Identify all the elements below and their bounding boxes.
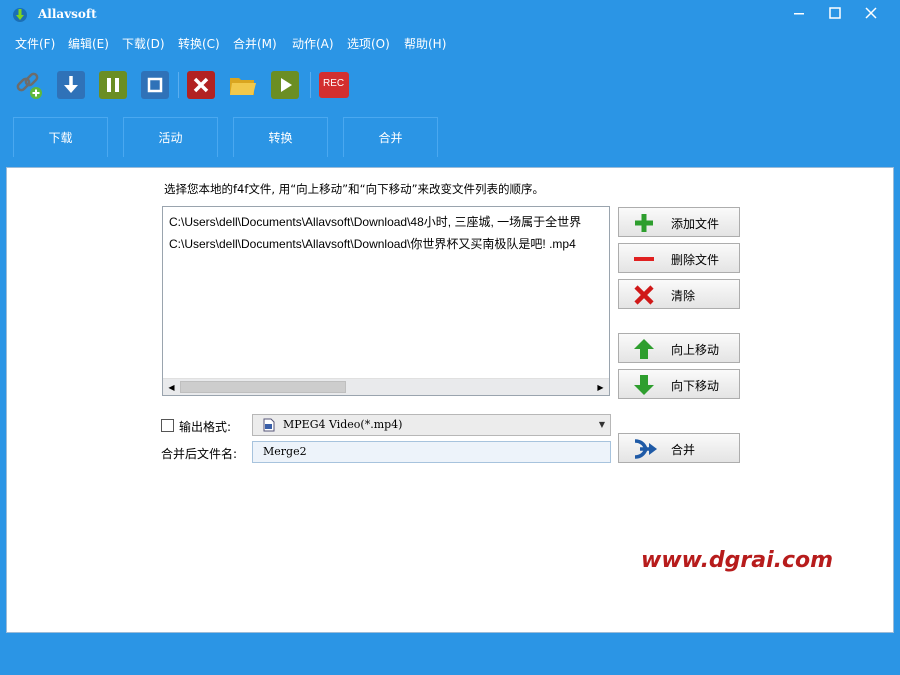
minimize-icon	[794, 13, 804, 15]
toolbar-separator	[178, 72, 179, 98]
add-file-button[interactable]: 添加文件	[618, 207, 740, 237]
merged-name-input[interactable]: Merge2	[252, 441, 611, 463]
menu-download[interactable]: 下载(D)	[122, 35, 165, 52]
arrow-down-icon	[634, 375, 654, 395]
chevron-down-icon: ▼	[598, 420, 605, 429]
menu-file[interactable]: 文件(F)	[15, 35, 55, 52]
minus-icon	[634, 257, 654, 261]
plus-icon	[635, 214, 653, 232]
menu-edit[interactable]: 编辑(E)	[68, 35, 109, 52]
file-list[interactable]: C:\Users\dell\Documents\Allavsoft\Downlo…	[162, 206, 610, 396]
app-logo-icon	[13, 8, 27, 22]
delete-icon[interactable]	[186, 70, 216, 100]
move-down-label: 向下移动	[671, 379, 720, 393]
clear-x-icon	[634, 285, 654, 305]
maximize-icon	[829, 7, 841, 19]
list-item[interactable]: C:\Users\dell\Documents\Allavsoft\Downlo…	[169, 235, 576, 252]
play-icon[interactable]	[270, 70, 300, 100]
menu-help[interactable]: 帮助(H)	[404, 35, 446, 52]
tab-convert[interactable]: 转换	[233, 117, 328, 157]
move-down-button[interactable]: 向下移动	[618, 369, 740, 399]
delete-file-label: 删除文件	[671, 253, 720, 267]
move-up-button[interactable]: 向上移动	[618, 333, 740, 363]
download-icon[interactable]	[56, 70, 86, 100]
merge-arrow-icon	[634, 439, 657, 459]
add-file-label: 添加文件	[671, 217, 720, 231]
clear-label: 清除	[671, 289, 696, 303]
arrow-up-icon	[634, 339, 654, 359]
client-area: 下载 活动 转换 合并 选择您本地的f4f文件, 用“向上移动”和“向下移动”来…	[6, 106, 894, 633]
stop-icon[interactable]	[140, 70, 170, 100]
watermark-text: www.dgrai.com	[641, 548, 834, 573]
scroll-left-icon[interactable]: ◀	[163, 379, 180, 395]
menu-options[interactable]: 选项(O)	[347, 35, 390, 52]
scroll-right-icon[interactable]: ▶	[592, 379, 609, 395]
record-label: REC	[323, 78, 345, 89]
tab-download[interactable]: 下载	[13, 117, 108, 157]
folder-icon[interactable]	[228, 70, 258, 100]
title-bar: Allavsoft	[0, 0, 900, 30]
output-format-checkbox[interactable]	[161, 419, 174, 432]
output-format-select[interactable]: MPEG4 Video(*.mp4) ▼	[252, 414, 611, 436]
move-up-label: 向上移动	[671, 343, 720, 357]
horizontal-scrollbar[interactable]: ◀ ▶	[163, 378, 609, 395]
scroll-thumb[interactable]	[180, 381, 346, 393]
pause-icon[interactable]	[98, 70, 128, 100]
close-button[interactable]	[854, 0, 888, 30]
list-item[interactable]: C:\Users\dell\Documents\Allavsoft\Downlo…	[169, 213, 581, 230]
merge-button[interactable]: 合并	[618, 433, 740, 463]
clear-button[interactable]: 清除	[618, 279, 740, 309]
tab-strip	[6, 157, 894, 167]
minimize-button[interactable]	[782, 0, 816, 30]
merged-name-label: 合并后文件名:	[161, 447, 238, 461]
menu-bar: 文件(F) 编辑(E) 下载(D) 转换(C) 合并(M) 动作(A) 选项(O…	[0, 32, 900, 54]
output-format-label: 输出格式:	[179, 420, 232, 434]
delete-file-button[interactable]: 删除文件	[618, 243, 740, 273]
tab-merge[interactable]: 合并	[343, 117, 438, 157]
add-link-icon[interactable]	[14, 70, 44, 100]
merge-panel: 选择您本地的f4f文件, 用“向上移动”和“向下移动”来改变文件列表的顺序。 C…	[6, 167, 894, 633]
menu-convert[interactable]: 转换(C)	[178, 35, 220, 52]
instruction-text: 选择您本地的f4f文件, 用“向上移动”和“向下移动”来改变文件列表的顺序。	[164, 182, 545, 196]
close-icon	[865, 7, 877, 19]
merge-label: 合并	[671, 443, 696, 457]
toolbar: REC	[0, 64, 900, 106]
tab-active[interactable]: 活动	[123, 117, 218, 157]
toolbar-separator	[310, 72, 311, 98]
menu-merge[interactable]: 合并(M)	[233, 35, 277, 52]
video-file-icon	[263, 418, 275, 432]
record-button[interactable]: REC	[318, 70, 350, 100]
output-format-value: MPEG4 Video(*.mp4)	[283, 418, 403, 431]
maximize-button[interactable]	[818, 0, 852, 30]
menu-action[interactable]: 动作(A)	[292, 35, 334, 52]
app-window: Allavsoft 文件(F) 编辑(E) 下载(D) 转换(C) 合并(M) …	[0, 0, 900, 675]
window-title: Allavsoft	[38, 7, 97, 21]
